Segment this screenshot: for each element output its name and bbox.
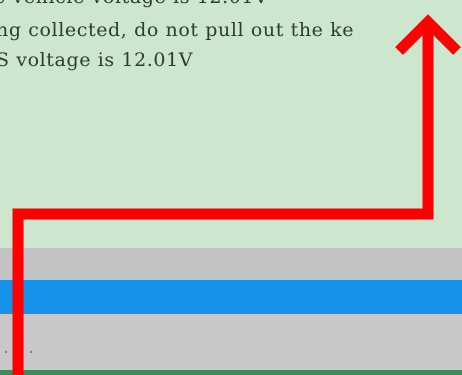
up-arrow-annotation-icon [12, 14, 461, 375]
